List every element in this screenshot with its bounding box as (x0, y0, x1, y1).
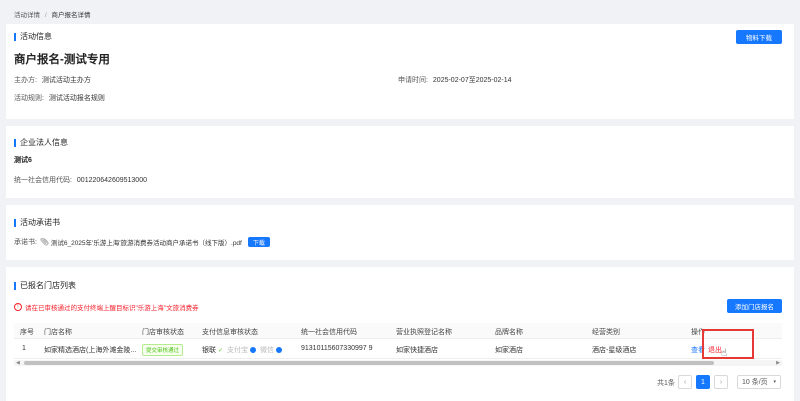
row-credit-code: 91310115607330997 9 (301, 345, 373, 352)
enterprise-section-label: 企业法人信息 (20, 138, 68, 147)
info-icon[interactable] (276, 347, 283, 353)
activity-name: 商户报名-测试专用 (14, 54, 110, 66)
stores-section-title: 已报名门店列表 (14, 280, 76, 291)
organizer-value: 测试活动主办方 (41, 77, 91, 84)
audit-status-badge: 提交审核通过 (142, 344, 184, 356)
prev-page-button[interactable]: ‹ (678, 375, 692, 389)
row-store-name: 如家精选酒店(上海外滩金陵... (44, 347, 136, 354)
section-marker (14, 281, 16, 290)
organizer-row: 主办方: 测试活动主办方 (14, 75, 91, 85)
warning-text: 请在已审核通过的支付终端上醒目标识"乐游上海"文旅消费券 (25, 305, 199, 312)
page-size-value: 10 条/页 (742, 379, 768, 386)
next-page-button[interactable]: › (714, 375, 728, 389)
col-credit-code: 统一社会信用代码 (301, 329, 357, 336)
highlight-box (702, 329, 754, 359)
apply-time-value: 2025-02-07至2025-02-14 (432, 77, 512, 84)
hand-cursor-icon: ☝︎ (721, 348, 728, 359)
add-store-button[interactable]: 添加门店报名 (727, 299, 782, 313)
commitment-card: 活动承诺书 承诺书: 📎︎ 测试6_2025年'乐游上海'旅游消费券活动商户承诺… (6, 205, 794, 260)
info-icon[interactable] (250, 347, 257, 353)
col-brand: 品牌名称 (495, 329, 523, 336)
warning-notice: ! 请在已审核通过的支付终端上醒目标识"乐游上海"文旅消费券 (14, 302, 199, 312)
breadcrumb: 活动详情 / 商户报名详情 (14, 9, 90, 19)
stores-section-label: 已报名门店列表 (20, 281, 76, 290)
breadcrumb-activity-detail[interactable]: 活动详情 (14, 12, 40, 19)
scroll-left-icon[interactable]: ◀ (16, 360, 20, 366)
rule-label: 活动规则: (14, 95, 44, 102)
pay-status-group: 银联 ✓ 支付宝 微信 (202, 345, 283, 355)
paperclip-icon: 📎︎ (39, 239, 49, 246)
col-index: 序号 (20, 329, 34, 336)
table-header: 序号 门店名称 门店审核状态 支付信息审核状态 统一社会信用代码 营业执照登记名… (14, 323, 782, 339)
scroll-right-icon[interactable]: ▶ (776, 360, 780, 366)
store-list-card: 已报名门店列表 ! 请在已审核通过的支付终端上醒目标识"乐游上海"文旅消费券 添… (6, 267, 794, 401)
col-store-name: 门店名称 (44, 329, 72, 336)
activity-info-card: 活动信息 物料下载 商户报名-测试专用 主办方: 测试活动主办方 申请时间: 2… (6, 24, 794, 119)
pay-status-wechat: 微信 (260, 347, 275, 354)
activity-section-label: 活动信息 (20, 32, 52, 41)
enterprise-info-card: 企业法人信息 测试6 统一社会信用代码: 001220642609513000 (6, 126, 794, 198)
enterprise-section-title: 企业法人信息 (14, 137, 68, 148)
pay-status-alipay: 支付宝 (227, 347, 249, 354)
section-marker (14, 138, 16, 147)
row-category: 酒店-星级酒店 (592, 347, 637, 354)
page-size-select[interactable]: 10 条/页 ▾ (737, 375, 781, 389)
apply-time-label: 申请时间: (398, 77, 428, 84)
commitment-section-title: 活动承诺书 (14, 217, 60, 228)
col-category: 经营类别 (592, 329, 620, 336)
commitment-row: 承诺书: 📎︎ 测试6_2025年'乐游上海'旅游消费券活动商户承诺书（线下版）… (14, 237, 270, 247)
horizontal-scrollbar[interactable]: ◀ ▶ (14, 360, 782, 366)
breadcrumb-separator: / (44, 12, 47, 19)
commitment-download-button[interactable]: 下载 (247, 237, 270, 247)
material-download-button[interactable]: 物料下载 (736, 30, 782, 44)
section-marker (14, 218, 16, 227)
commitment-file-name[interactable]: 测试6_2025年'乐游上海'旅游消费券活动商户承诺书（线下版）.pdf (51, 237, 242, 247)
activity-section-title: 活动信息 (14, 31, 52, 42)
col-pay-audit: 支付信息审核状态 (202, 329, 258, 336)
credit-code-row: 统一社会信用代码: 001220642609513000 (14, 175, 147, 185)
scrollbar-thumb[interactable] (24, 361, 714, 365)
table-row: 1 如家精选酒店(上海外滩金陵... 提交审核通过 银联 ✓ 支付宝 微信 91… (14, 329, 782, 359)
row-brand: 如家酒店 (495, 347, 523, 354)
organizer-label: 主办方: (14, 77, 37, 84)
chevron-down-icon: ▾ (773, 379, 776, 385)
apply-time-row: 申请时间: 2025-02-07至2025-02-14 (398, 75, 512, 85)
breadcrumb-current: 商户报名详情 (51, 12, 91, 19)
commitment-label: 承诺书: (14, 239, 37, 246)
credit-code-label: 统一社会信用代码: (14, 177, 72, 184)
pay-status-unionpay: 银联 (202, 347, 216, 354)
page-1-button[interactable]: 1 (696, 375, 710, 389)
row-license-name: 如家快捷酒店 (396, 347, 438, 354)
commitment-section-label: 活动承诺书 (20, 218, 60, 227)
check-circle-icon: ✓ (218, 347, 224, 354)
row-index: 1 (22, 345, 26, 352)
pagination-total: 共1条 (657, 380, 675, 387)
col-license-name: 营业执照登记名称 (396, 329, 452, 336)
rule-value: 测试活动报名规则 (48, 95, 105, 102)
company-name: 测试6 (14, 157, 32, 164)
credit-code-value: 001220642609513000 (76, 177, 147, 184)
section-marker (14, 32, 16, 41)
warning-icon: ! (14, 303, 22, 311)
col-store-audit: 门店审核状态 (142, 329, 184, 336)
rule-row: 活动规则: 测试活动报名规则 (14, 93, 105, 103)
